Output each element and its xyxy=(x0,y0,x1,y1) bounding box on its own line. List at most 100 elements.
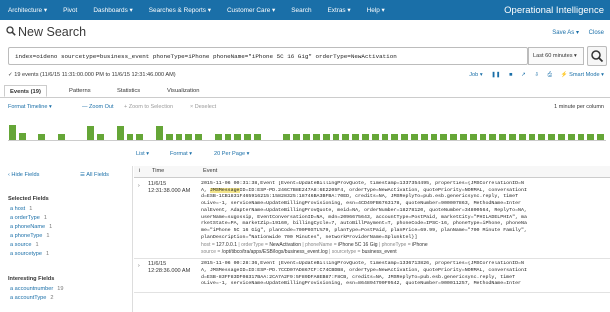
close-button[interactable]: Close xyxy=(589,30,604,36)
timeline-bar[interactable] xyxy=(469,134,477,140)
tab-events[interactable]: Events (19) xyxy=(4,85,47,97)
format-timeline-menu[interactable]: Format Timeline ▾ xyxy=(8,104,52,110)
timeline-bar[interactable] xyxy=(499,134,506,140)
field-item[interactable]: a phoneName 1 xyxy=(10,224,52,230)
timeline-bar[interactable] xyxy=(381,134,389,140)
timeline-bar[interactable] xyxy=(420,134,428,140)
meta-value[interactable]: NewActivation xyxy=(269,242,301,248)
timeline-bar[interactable] xyxy=(175,134,183,140)
nav-search[interactable]: Search xyxy=(283,7,319,14)
per-page-menu[interactable]: 20 Per Page ▾ xyxy=(214,151,249,157)
tab-statistics[interactable]: Statistics xyxy=(112,85,145,97)
timeline-bar[interactable] xyxy=(303,134,310,140)
timeline-bar[interactable] xyxy=(548,134,555,140)
all-fields-button[interactable]: ☰ All Fields xyxy=(80,172,109,178)
expand-row-icon[interactable]: › xyxy=(138,263,140,269)
share-icon[interactable]: ↗ xyxy=(521,72,526,78)
meta-value[interactable]: /opt/tibco/tra/apps/ESB/logs/business_ev… xyxy=(222,249,328,255)
field-item[interactable]: a sourcetype 1 xyxy=(10,251,49,257)
col-time[interactable]: Time xyxy=(152,168,164,174)
search-button[interactable] xyxy=(587,46,607,66)
timeline-bar[interactable] xyxy=(528,134,536,140)
smart-mode-menu[interactable]: ⚡ Smart Mode ▾ xyxy=(561,72,604,78)
hide-fields-button[interactable]: ‹ Hide Fields xyxy=(8,172,39,178)
col-event[interactable]: Event xyxy=(203,168,217,174)
field-item[interactable]: a accountnumber 19 xyxy=(10,286,63,292)
tab-patterns[interactable]: Patterns xyxy=(64,85,96,97)
timeline-bar[interactable] xyxy=(254,134,261,140)
stop-icon[interactable]: ■ xyxy=(509,72,512,78)
nav-pivot[interactable]: Pivot xyxy=(55,7,85,14)
timeline-bar[interactable] xyxy=(312,134,320,140)
zoom-out-button[interactable]: — Zoom Out xyxy=(82,104,113,110)
timeline-bar[interactable] xyxy=(332,134,340,140)
list-menu[interactable]: List ▾ xyxy=(136,151,149,157)
timeline-bar[interactable] xyxy=(9,125,16,140)
expand-row-icon[interactable]: › xyxy=(138,183,140,189)
timeline-bar[interactable] xyxy=(518,134,526,140)
meta-value[interactable]: business_event xyxy=(362,249,397,255)
zoom-to-selection-button[interactable]: + Zoom to Selection xyxy=(124,104,173,110)
timeline-bar[interactable] xyxy=(244,134,252,140)
timeline-bar[interactable] xyxy=(450,134,457,140)
search-input[interactable]: index=oideno sourcetype=business_event p… xyxy=(8,47,528,65)
timeline-bar[interactable] xyxy=(489,134,497,140)
event-time[interactable]: 11/6/15 12:28:36.000 AM xyxy=(148,261,190,274)
timeline-bar[interactable] xyxy=(508,134,516,140)
timeline-bar[interactable] xyxy=(283,134,291,140)
timeline-bar[interactable] xyxy=(352,134,359,140)
meta-value[interactable]: 127.0.0.1 xyxy=(216,242,237,248)
deselect-button[interactable]: × Deselect xyxy=(190,104,216,110)
event-row[interactable]: › 11/6/15 12:28:36.000 AM 2015-11-06 00:28… xyxy=(134,258,610,294)
nav-dashboards[interactable]: Dashboards ▾ xyxy=(85,6,140,14)
timeline-bar[interactable] xyxy=(401,134,408,140)
timeline-bar[interactable] xyxy=(587,134,595,140)
timeline-bar[interactable] xyxy=(567,134,575,140)
timeline-bar[interactable] xyxy=(322,134,330,140)
print-icon[interactable]: ⎙ xyxy=(548,72,552,78)
timeline-bar[interactable] xyxy=(430,134,438,140)
job-menu[interactable]: Job ▾ xyxy=(469,72,482,78)
nav-extras[interactable]: Extras ▾ xyxy=(320,6,359,14)
timeline-bar[interactable] xyxy=(165,134,173,140)
timeline-bar[interactable] xyxy=(391,134,399,140)
meta-value[interactable]: iPhone xyxy=(412,242,428,248)
timeline-bar[interactable] xyxy=(410,134,418,140)
timeline-bar[interactable] xyxy=(361,134,369,140)
timeline-bar[interactable] xyxy=(597,134,604,140)
field-item[interactable]: a host 1 xyxy=(10,206,32,212)
nav-searches-reports[interactable]: Searches & Reports ▾ xyxy=(141,6,219,14)
meta-value[interactable]: iPhone 5C 16 Gig xyxy=(338,242,377,248)
timeline-bar[interactable] xyxy=(342,134,350,140)
field-item[interactable]: a phoneType 1 xyxy=(10,233,49,239)
timeline-bar[interactable] xyxy=(126,134,134,140)
timeline-bar[interactable] xyxy=(371,134,379,140)
timeline-bar[interactable] xyxy=(116,126,124,140)
timeline-bar[interactable] xyxy=(234,134,242,140)
timeline-bar[interactable] xyxy=(459,134,467,140)
timeline-bar[interactable] xyxy=(224,134,232,140)
tab-visualization[interactable]: Visualization xyxy=(162,85,204,97)
timeline-bar[interactable] xyxy=(195,134,203,140)
field-item[interactable]: a source 1 xyxy=(10,242,39,248)
event-timeline[interactable] xyxy=(8,118,606,141)
timeline-bar[interactable] xyxy=(577,134,585,140)
timeline-bar[interactable] xyxy=(557,134,565,140)
timeline-bar[interactable] xyxy=(18,133,26,140)
timeline-bar[interactable] xyxy=(156,126,163,140)
timeline-bar[interactable] xyxy=(293,134,301,140)
field-item[interactable]: a accountType 2 xyxy=(10,295,54,301)
event-row[interactable]: › 11/6/15 12:31:38.000 AM 2015-11-06 00:31… xyxy=(134,178,610,260)
timeline-bar[interactable] xyxy=(97,134,105,140)
timeline-bar[interactable] xyxy=(479,134,487,140)
export-icon[interactable]: ⇩ xyxy=(534,72,539,78)
timeline-bar[interactable] xyxy=(440,134,448,140)
timeline-bar[interactable] xyxy=(136,134,144,140)
pause-icon[interactable]: ❚❚ xyxy=(491,72,500,78)
timeline-bar[interactable] xyxy=(185,134,193,140)
timeline-bar[interactable] xyxy=(38,134,46,140)
field-item[interactable]: a orderType 1 xyxy=(10,215,47,221)
timeline-bar[interactable] xyxy=(214,134,222,140)
nav-help[interactable]: Help ▾ xyxy=(359,6,393,14)
format-menu[interactable]: Format ▾ xyxy=(170,151,192,157)
